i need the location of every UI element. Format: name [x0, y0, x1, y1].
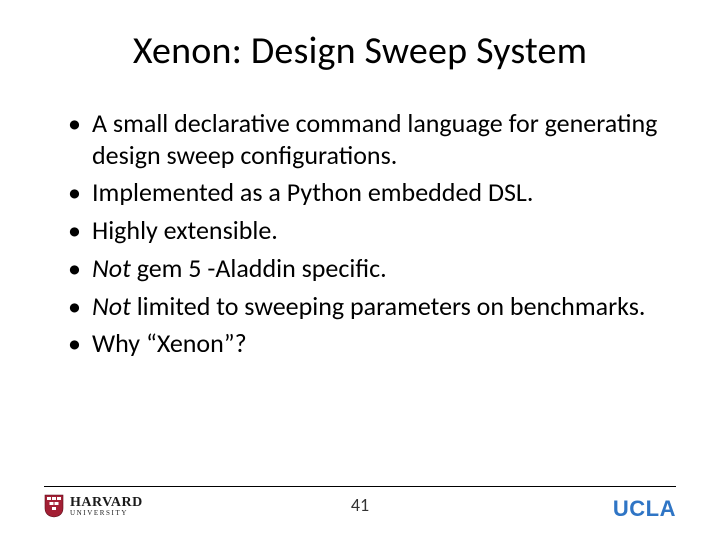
shield-icon — [44, 494, 64, 518]
bullet-post: Highly extensible. — [92, 214, 278, 246]
footer-divider — [44, 486, 676, 487]
list-item: Why “Xenon”? — [68, 328, 660, 360]
bullet-post: gem 5 -Aladdin specific. — [131, 252, 387, 284]
bullet-post: limited to sweeping parameters on benchm… — [131, 290, 646, 322]
harvard-logo: HARVARD UNIVERSITY — [44, 494, 143, 518]
slide-footer: 41 HARVARD UNIVERSITY UCLA — [0, 486, 720, 528]
bullet-list: A small declarative command language for… — [60, 108, 660, 360]
list-item: A small declarative command language for… — [68, 108, 660, 171]
list-item: Highly extensible. — [68, 215, 660, 247]
slide-title: Xenon: Design Sweep System — [60, 28, 660, 74]
bullet-post: Why “Xenon”? — [92, 327, 247, 359]
harvard-label-bottom: UNIVERSITY — [70, 510, 143, 517]
bullet-post: A small declarative command language for… — [92, 107, 657, 171]
harvard-wordmark: HARVARD UNIVERSITY — [70, 496, 143, 517]
list-item: Not limited to sweeping parameters on be… — [68, 291, 660, 323]
list-item: Not gem 5 -Aladdin specific. — [68, 253, 660, 285]
bullet-post: Implemented as a Python embedded DSL. — [92, 176, 533, 208]
slide: Xenon: Design Sweep System A small decla… — [0, 0, 720, 540]
bullet-em: Not — [92, 252, 131, 284]
list-item: Implemented as a Python embedded DSL. — [68, 177, 660, 209]
harvard-label-top: HARVARD — [70, 496, 143, 510]
ucla-logo: UCLA — [613, 496, 676, 522]
bullet-em: Not — [92, 290, 131, 322]
